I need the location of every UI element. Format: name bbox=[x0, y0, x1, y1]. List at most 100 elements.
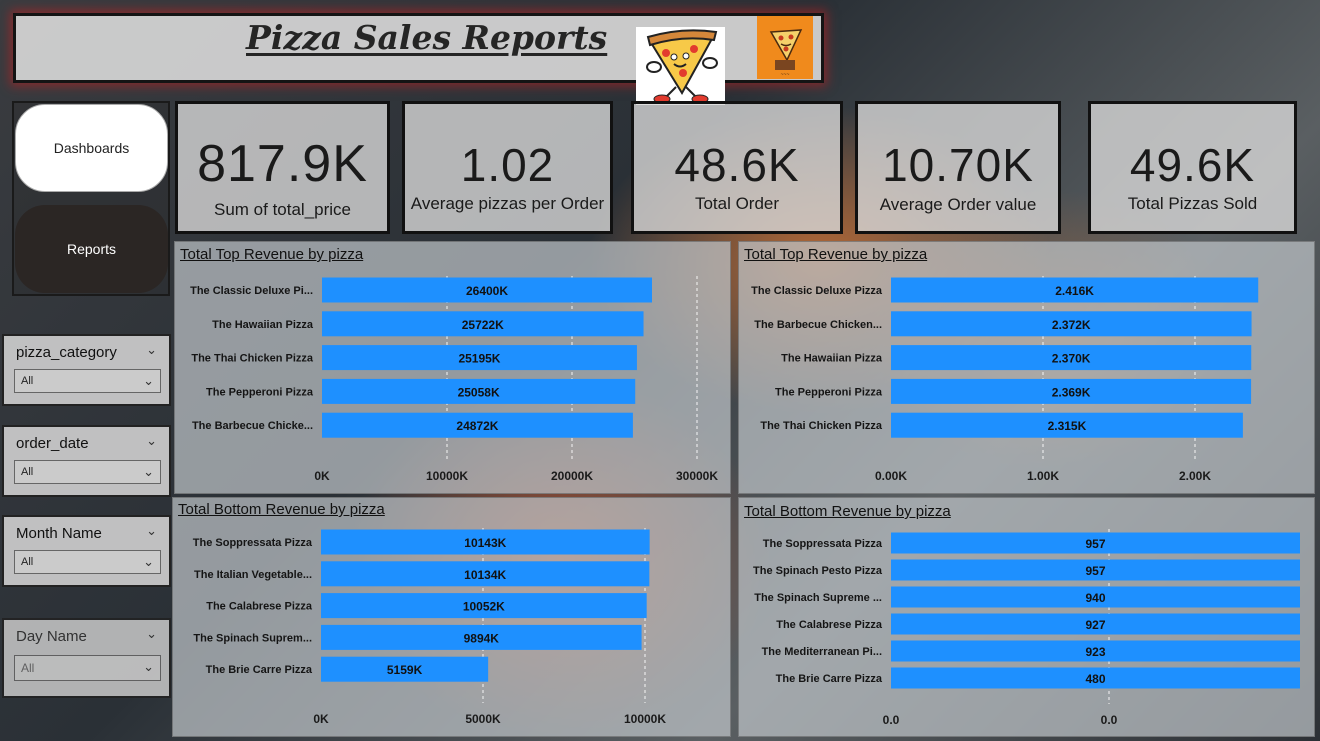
slicer-title: order_date bbox=[16, 435, 89, 452]
category-label: The Hawaiian Pizza bbox=[212, 319, 314, 331]
chevron-down-icon: ⌄ bbox=[143, 659, 154, 674]
category-label: The Thai Chicken Pizza bbox=[191, 353, 314, 365]
chevron-down-icon[interactable]: ⌄ bbox=[146, 342, 157, 358]
category-label: The Brie Carre Pizza bbox=[776, 673, 883, 685]
kpi-label: Average pizzas per Order bbox=[410, 194, 605, 213]
data-label: 957 bbox=[1085, 537, 1105, 551]
data-label: 923 bbox=[1085, 645, 1105, 659]
category-label: The Spinach Suprem... bbox=[193, 632, 312, 644]
slicer-day-name[interactable]: Day Name ⌄ All ⌄ bbox=[2, 618, 171, 698]
page-title: Pizza Sales Reports bbox=[246, 18, 608, 57]
category-label: The Hawaiian Pizza bbox=[781, 353, 883, 365]
slicer-value: All bbox=[21, 661, 35, 675]
data-label: 5159K bbox=[387, 663, 423, 677]
data-label: 26400K bbox=[466, 284, 508, 298]
kpi-value: 817.9K bbox=[197, 135, 368, 193]
slicer-title: pizza_category bbox=[16, 344, 117, 361]
pizza-chef-logo: ~~~ bbox=[757, 16, 813, 79]
data-label: 957 bbox=[1085, 564, 1105, 578]
data-label: 25058K bbox=[458, 385, 500, 399]
slicer-value: All bbox=[21, 556, 34, 568]
data-label: 9894K bbox=[464, 631, 500, 645]
tick-label: 30000K bbox=[676, 469, 718, 483]
kpi-card-avg-pizzas: 1.02 Average pizzas per Order bbox=[402, 101, 613, 234]
pizza-chef-icon: ~~~ bbox=[769, 29, 803, 78]
category-label: The Pepperoni Pizza bbox=[775, 386, 883, 398]
svg-text:~~~: ~~~ bbox=[781, 72, 790, 78]
bar-chart: 0K 5000K 10000K The Soppressata Pizza 10143K… bbox=[193, 528, 666, 726]
chevron-down-icon[interactable]: ⌄ bbox=[146, 523, 157, 539]
kpi-value: 48.6K bbox=[674, 139, 800, 191]
tick-label: 1.00K bbox=[1027, 469, 1059, 483]
kpi-card-total-price: 817.9K Sum of total_price bbox=[175, 101, 390, 234]
kpi-label: Average Order value bbox=[879, 195, 1037, 214]
tick-label: 2.00K bbox=[1179, 469, 1211, 483]
category-label: The Calabrese Pizza bbox=[776, 619, 883, 631]
slicer-value: All bbox=[21, 375, 34, 387]
kpi-value: 49.6K bbox=[1129, 139, 1256, 191]
kpi-value: 10.70K bbox=[882, 139, 1034, 191]
dashboards-button[interactable]: Dashboards bbox=[15, 104, 168, 192]
kpi-card-total-pizzas-sold: 49.6K Total Pizzas Sold bbox=[1088, 101, 1297, 234]
category-label: The Spinach Supreme ... bbox=[754, 592, 882, 604]
tick-label: 5000K bbox=[465, 712, 501, 726]
chevron-down-icon: ⌄ bbox=[143, 373, 154, 388]
data-label: 2.315K bbox=[1048, 419, 1087, 433]
tick-label: 10000K bbox=[426, 469, 468, 483]
category-label: The Thai Chicken Pizza bbox=[760, 420, 883, 432]
category-label: The Barbecue Chicken... bbox=[754, 319, 882, 331]
data-label: 2.372K bbox=[1052, 318, 1091, 332]
chevron-down-icon: ⌄ bbox=[143, 464, 154, 479]
pizza-slice-icon bbox=[646, 29, 718, 104]
chevron-down-icon[interactable]: ⌄ bbox=[146, 626, 157, 642]
category-label: The Barbecue Chicke... bbox=[192, 420, 313, 432]
tick-label: 10000K bbox=[624, 712, 666, 726]
slicer-pizza-category[interactable]: pizza_category ⌄ All ⌄ bbox=[2, 334, 171, 406]
category-label: The Mediterranean Pi... bbox=[762, 646, 882, 658]
slicer-dropdown[interactable]: All ⌄ bbox=[14, 369, 161, 393]
category-label: The Classic Deluxe Pi... bbox=[190, 285, 313, 297]
category-label: The Pepperoni Pizza bbox=[206, 386, 314, 398]
kpi-card-avg-order-value: 10.70K Average Order value bbox=[855, 101, 1061, 234]
kpi-label: Total Pizzas Sold bbox=[1127, 194, 1258, 213]
kpi-label: Sum of total_price bbox=[213, 200, 351, 219]
data-label: 927 bbox=[1085, 618, 1105, 632]
category-label: The Soppressata Pizza bbox=[763, 538, 883, 550]
category-label: The Calabrese Pizza bbox=[206, 601, 313, 613]
tick-label: 0K bbox=[313, 712, 329, 726]
category-label: The Spinach Pesto Pizza bbox=[753, 565, 883, 577]
slicer-month-name[interactable]: Month Name ⌄ All ⌄ bbox=[2, 515, 171, 587]
bar-chart: 0.00K 1.00K 2.00K The Classic Deluxe Pizza 2… bbox=[751, 276, 1259, 483]
slicer-order-date[interactable]: order_date ⌄ All ⌄ bbox=[2, 425, 171, 497]
slicer-dropdown[interactable]: All ⌄ bbox=[14, 460, 161, 484]
chart-panel-bottom-revenue-1: Total Bottom Revenue by pizza 0K 5000K 100… bbox=[172, 497, 731, 737]
slicer-dropdown[interactable]: All ⌄ bbox=[14, 550, 161, 574]
chevron-down-icon[interactable]: ⌄ bbox=[146, 433, 157, 449]
pizza-mascot-logo bbox=[636, 27, 725, 105]
kpi-label: Total Order bbox=[694, 194, 780, 213]
bar-chart: 0K 10000K 20000K 30000K The Classic Deluxe P… bbox=[190, 276, 718, 483]
tick-label: 0.0 bbox=[1101, 713, 1118, 727]
data-label: 10143K bbox=[464, 536, 506, 550]
chevron-down-icon: ⌄ bbox=[143, 554, 154, 569]
data-label: 10052K bbox=[463, 600, 505, 614]
slicer-dropdown[interactable]: All ⌄ bbox=[14, 655, 161, 681]
data-label: 940 bbox=[1085, 591, 1105, 605]
category-label: The Classic Deluxe Pizza bbox=[751, 285, 883, 297]
data-label: 25195K bbox=[458, 352, 500, 366]
reports-button[interactable]: Reports bbox=[15, 205, 168, 293]
data-label: 25722K bbox=[462, 318, 504, 332]
chart-panel-top-revenue-1: Total Top Revenue by pizza 0K 10000K 20000… bbox=[174, 241, 731, 494]
category-label: The Soppressata Pizza bbox=[193, 537, 313, 549]
slicer-title: Month Name bbox=[16, 525, 102, 542]
tick-label: 20000K bbox=[551, 469, 593, 483]
data-label: 24872K bbox=[456, 419, 498, 433]
slicer-value: All bbox=[21, 466, 34, 478]
slicer-title: Day Name bbox=[16, 628, 87, 645]
data-label: 2.416K bbox=[1055, 284, 1094, 298]
data-label: 2.369K bbox=[1052, 385, 1091, 399]
kpi-card-total-order: 48.6K Total Order bbox=[631, 101, 843, 234]
chart-panel-top-revenue-2: Total Top Revenue by pizza 0.00K 1.00K 2.0… bbox=[738, 241, 1315, 494]
data-label: 2.370K bbox=[1052, 352, 1091, 366]
tick-label: 0.0 bbox=[883, 713, 900, 727]
